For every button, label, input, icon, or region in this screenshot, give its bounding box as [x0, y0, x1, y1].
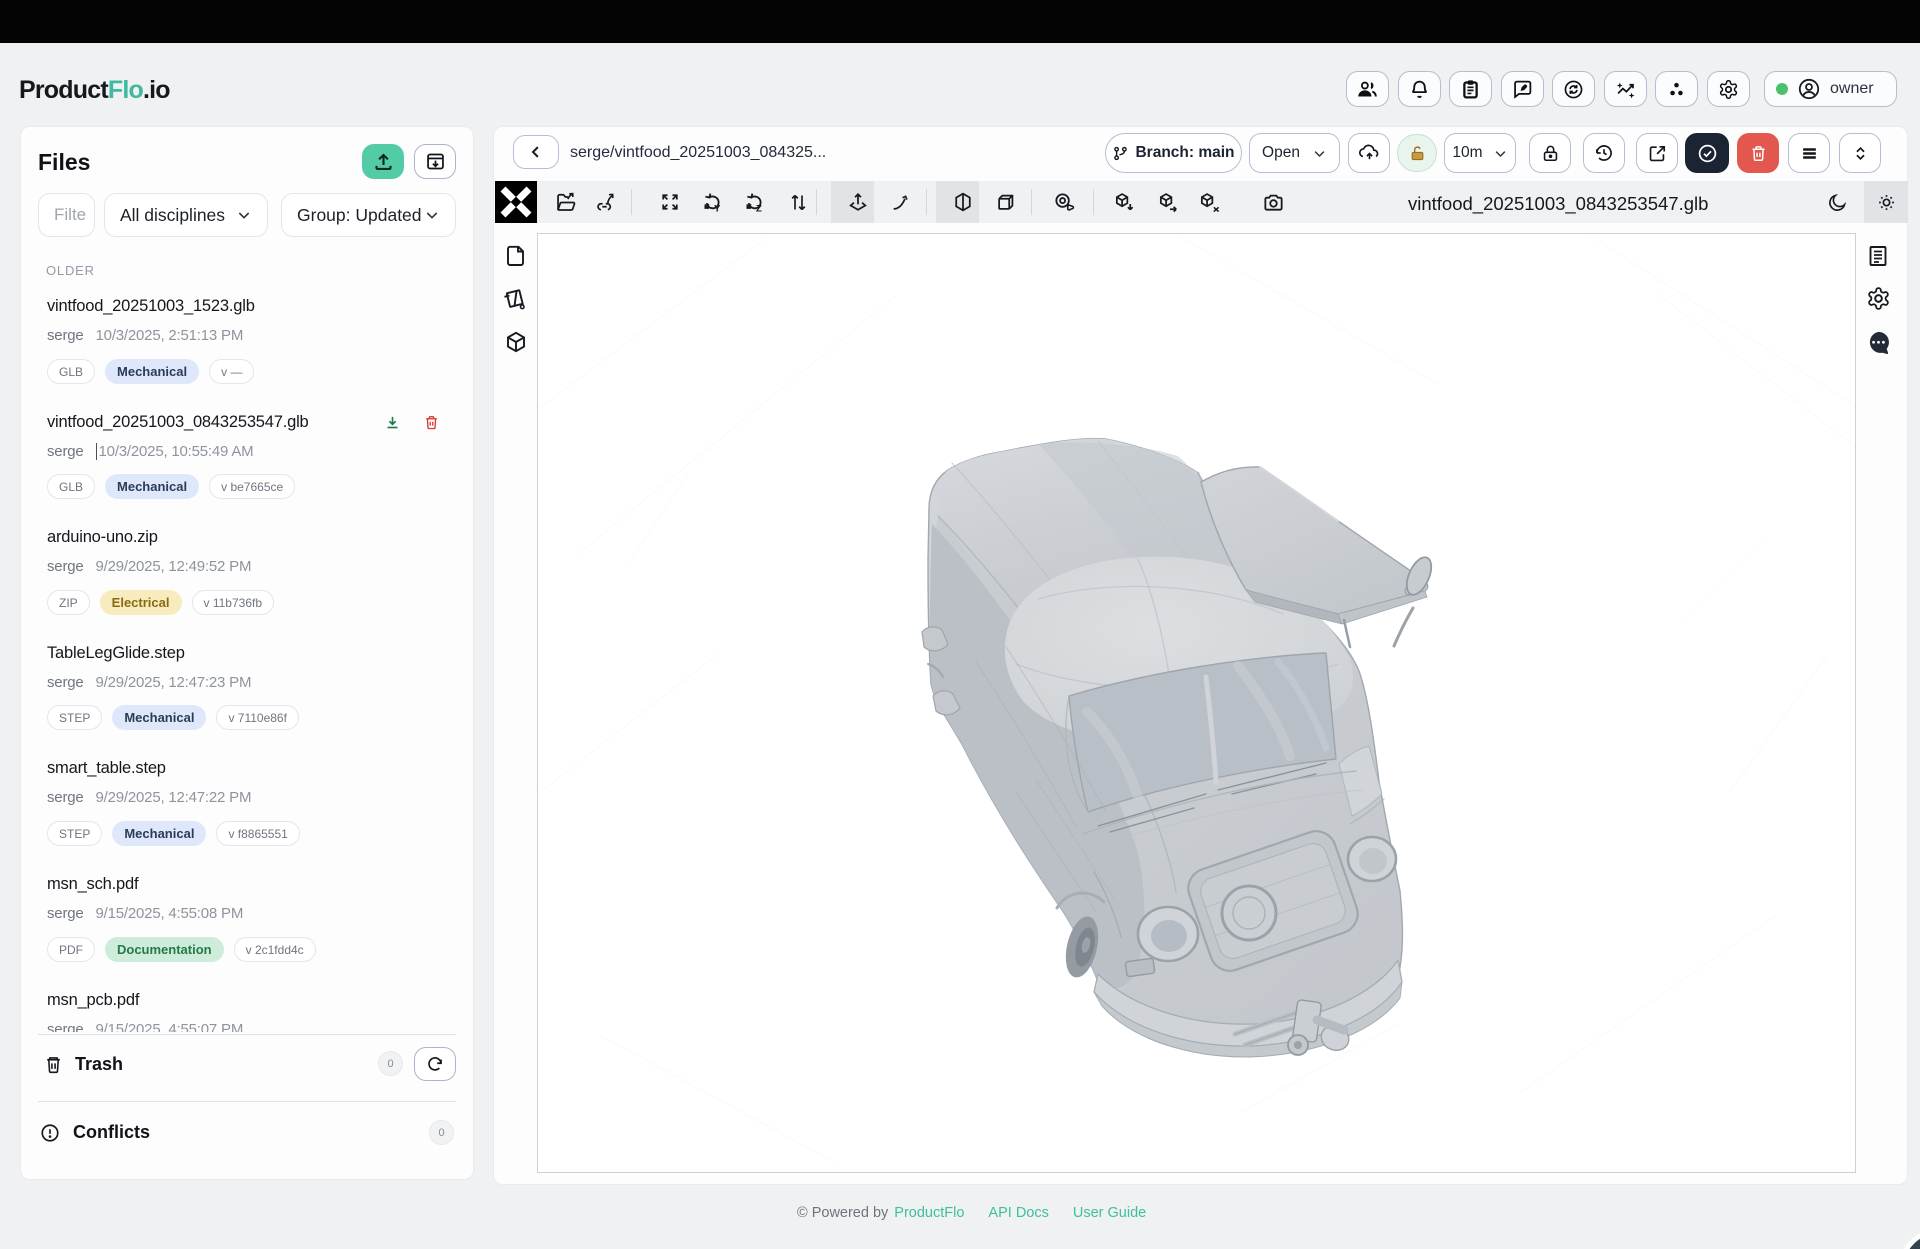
svg-text:Y: Y — [713, 203, 720, 213]
svg-text:Z: Z — [755, 203, 761, 213]
